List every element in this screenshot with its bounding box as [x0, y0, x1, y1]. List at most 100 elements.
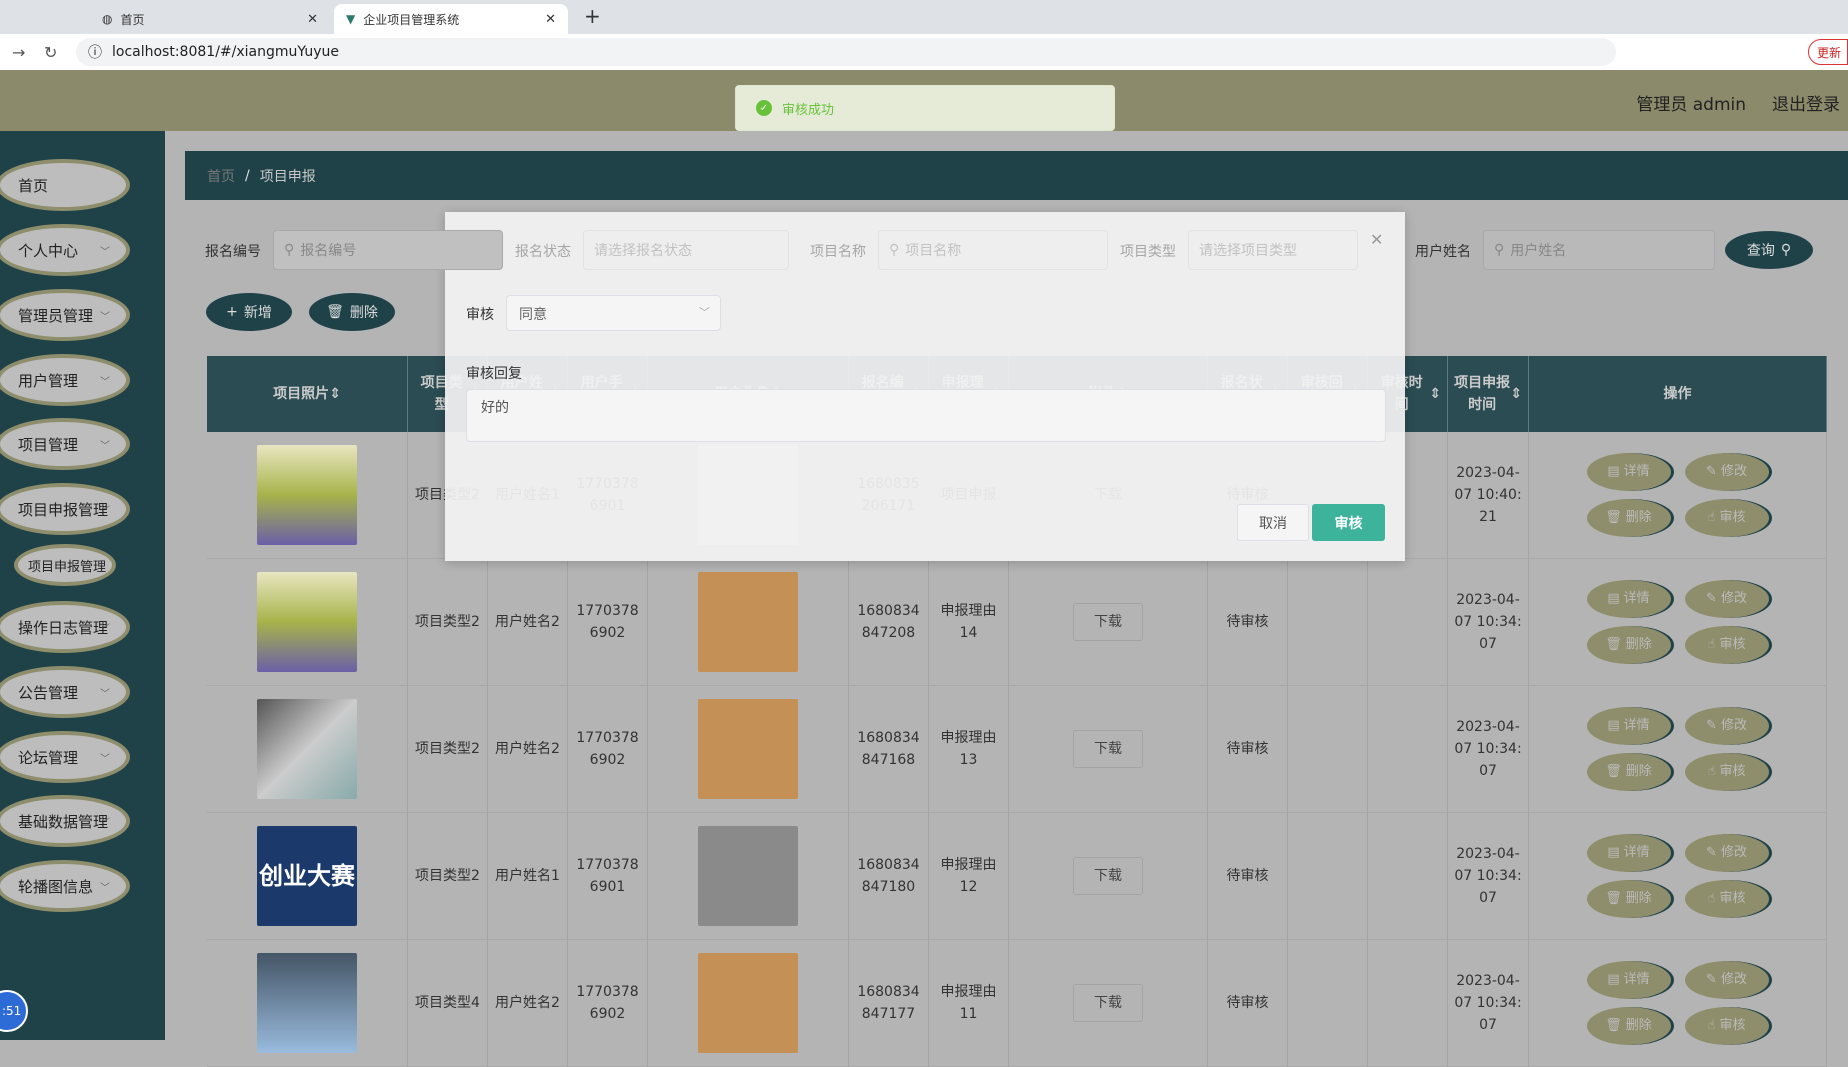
table-cell: 待审核 — [1208, 940, 1288, 1066]
info-icon: ⓘ — [88, 45, 102, 61]
detail-button[interactable]: ▤ 详情 — [1586, 707, 1671, 745]
user-name-input[interactable]: ⚲ 用户姓名 — [1483, 230, 1715, 270]
breadcrumb: 首页 / 项目申报 — [185, 151, 1848, 200]
sidebar-item-label: 基础数据管理 — [18, 812, 109, 831]
sidebar-item[interactable]: 管理员管理 ﹀ — [0, 289, 130, 341]
delete-row-button[interactable]: 🗑 删除 — [1586, 499, 1671, 537]
sidebar-item[interactable]: 论坛管理 ﹀ — [0, 731, 130, 783]
download-button[interactable]: 下载 — [1073, 603, 1143, 641]
table-cell: 17703786902 — [568, 686, 648, 812]
download-button[interactable]: 下载 — [1073, 857, 1143, 895]
table-cell: 申报理由11 — [929, 940, 1009, 1066]
sidebar-item[interactable]: 用户管理 ﹀ — [0, 354, 130, 406]
sidebar-item[interactable]: 项目申报管理 ﹀ — [0, 483, 130, 535]
sidebar-item[interactable]: 轮播图信息 ﹀ — [0, 860, 130, 912]
detail-button[interactable]: ▤ 详情 — [1586, 453, 1671, 491]
delete-button[interactable]: 🗑 删除 — [309, 293, 395, 331]
pencil-icon: ✎ — [1706, 591, 1717, 606]
delete-row-button[interactable]: 🗑 删除 — [1586, 1007, 1671, 1045]
pencil-icon: ✎ — [1706, 845, 1717, 860]
detail-button[interactable]: ▤ 详情 — [1586, 580, 1671, 618]
sidebar-item[interactable]: 个人中心 ﹀ — [0, 224, 130, 276]
trash-icon: 🗑 — [1605, 764, 1622, 779]
table-cell — [1288, 813, 1368, 939]
add-button[interactable]: + 新增 — [206, 293, 292, 331]
table-row: 项目类型4 用户姓名2 17703786902 1680834847177 申报理由11… — [207, 940, 1827, 1067]
table-cell: 申报理由14 — [929, 559, 1009, 685]
audit-button[interactable]: ☝ 审核 — [1684, 499, 1769, 537]
sidebar-item-label: 操作日志管理 — [18, 618, 109, 637]
user-avatar — [698, 953, 798, 1053]
table-cell — [648, 686, 849, 812]
sort-icon: ⇕ — [1510, 386, 1522, 402]
table-cell: 待审核 — [1208, 813, 1288, 939]
detail-button[interactable]: ▤ 详情 — [1586, 961, 1671, 999]
table-cell: 项目类型4 — [408, 940, 488, 1066]
detail-button[interactable]: ▤ 详情 — [1586, 834, 1671, 872]
search-icon: ⚲ — [1780, 242, 1792, 258]
cancel-button[interactable]: 取消 — [1237, 504, 1309, 541]
table-cell — [1288, 940, 1368, 1066]
close-icon[interactable]: ✕ — [1370, 230, 1383, 249]
sidebar-item[interactable]: 操作日志管理 ﹀ — [0, 601, 130, 653]
sidebar-item-label: 轮播图信息 — [18, 877, 94, 896]
project-type-select[interactable]: 请选择项目类型 — [1188, 230, 1358, 270]
audit-button[interactable]: ☝ 审核 — [1684, 753, 1769, 791]
table-cell: 项目类型2 — [408, 559, 488, 685]
audit-button[interactable]: ☝ 审核 — [1684, 1007, 1769, 1045]
project-name-input[interactable]: ⚲ 项目名称 — [878, 230, 1108, 270]
table-cell: 2023-04-07 10:34:07 — [1448, 813, 1529, 939]
sidebar-item[interactable]: 项目申报管理 — [14, 544, 116, 586]
status-select[interactable]: 请选择报名状态 — [583, 230, 789, 270]
download-button[interactable]: 下载 — [1073, 984, 1143, 1022]
audit-button[interactable]: ☝ 审核 — [1684, 626, 1769, 664]
delete-row-button[interactable]: 🗑 删除 — [1586, 880, 1671, 918]
forward-icon[interactable]: → — [12, 43, 25, 62]
query-button[interactable]: 查询 ⚲ — [1725, 231, 1813, 269]
document-icon: ▤ — [1607, 972, 1620, 987]
sidebar-item[interactable]: 首页 — [0, 159, 130, 211]
audit-button[interactable]: ☝ 审核 — [1684, 880, 1769, 918]
sidebar-item[interactable]: 公告管理 ﹀ — [0, 666, 130, 718]
column-header[interactable]: 项目照片 ⇕ — [207, 356, 408, 432]
edit-button[interactable]: ✎ 修改 — [1684, 834, 1769, 872]
baoming-no-input[interactable]: ⚲ 报名编号 — [273, 230, 503, 270]
table-cell: 申报理由12 — [929, 813, 1009, 939]
audit-select[interactable]: 同意 ﹀ — [506, 295, 721, 331]
url-input[interactable]: ⓘ localhost:8081/#/xiangmuYuyue — [76, 38, 1616, 66]
edit-button[interactable]: ✎ 修改 — [1684, 961, 1769, 999]
logout-link[interactable]: 退出登录 — [1772, 90, 1840, 115]
tab-active[interactable]: ▼ 企业项目管理系统 ✕ — [334, 4, 568, 34]
table-cell: 1680834847168 — [849, 686, 929, 812]
confirm-audit-button[interactable]: 审核 — [1312, 504, 1385, 541]
table-cell: 用户姓名2 — [488, 686, 568, 812]
column-header[interactable]: 项目申报时间 ⇕ — [1448, 356, 1529, 432]
download-button[interactable]: 下载 — [1073, 730, 1143, 768]
reload-icon[interactable]: ↻ — [44, 43, 57, 62]
sidebar-item[interactable]: 项目管理 ﹀ — [0, 418, 130, 470]
chevron-down-icon: ﹀ — [100, 376, 110, 388]
trash-icon: 🗑 — [1605, 637, 1622, 652]
label-project-name: 项目名称 — [810, 244, 866, 260]
edit-button[interactable]: ✎ 修改 — [1684, 707, 1769, 745]
update-button[interactable]: 更新 — [1808, 39, 1848, 65]
reply-textarea[interactable]: 好的 — [466, 389, 1386, 442]
edit-button[interactable]: ✎ 修改 — [1684, 580, 1769, 618]
close-tab-icon[interactable]: ✕ — [307, 12, 318, 27]
trash-icon: 🗑 — [1605, 1018, 1622, 1033]
tab-home[interactable]: ◍ 首页 ✕ — [90, 4, 330, 34]
sidebar-item[interactable]: 基础数据管理 ﹀ — [0, 795, 130, 847]
delete-row-button[interactable]: 🗑 删除 — [1586, 753, 1671, 791]
delete-row-button[interactable]: 🗑 删除 — [1586, 626, 1671, 664]
new-tab-button[interactable]: + — [584, 4, 601, 28]
close-tab-icon[interactable]: ✕ — [545, 12, 556, 27]
column-header[interactable]: 操作 — [1529, 356, 1827, 432]
table-cell — [1288, 686, 1368, 812]
table-cell: 项目类型2 — [408, 686, 488, 812]
table-cell: 用户姓名2 — [488, 559, 568, 685]
breadcrumb-home[interactable]: 首页 — [207, 166, 235, 186]
search-form: 报名编号 ⚲ 报名编号 报名状态 请选择报名状态 项目名称 ⚲ 项目名称 项目类型 … — [205, 230, 1845, 270]
hand-icon: ☝ — [1707, 637, 1716, 652]
edit-button[interactable]: ✎ 修改 — [1684, 453, 1769, 491]
sidebar-item-label: 个人中心 — [18, 241, 79, 260]
